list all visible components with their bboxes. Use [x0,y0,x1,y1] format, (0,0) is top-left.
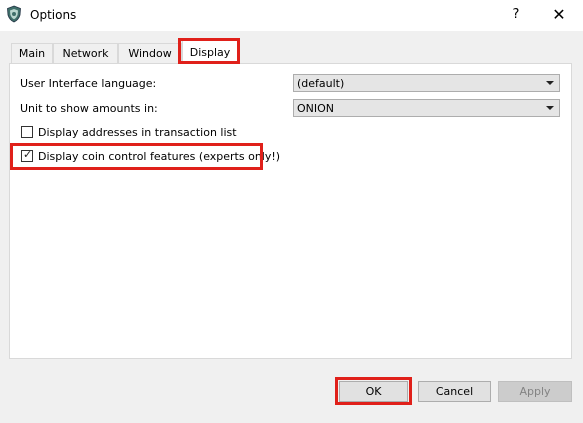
window-title: Options [30,8,77,22]
language-select[interactable]: (default) [293,74,560,92]
unit-label: Unit to show amounts in: [20,102,158,115]
display-addresses-checkbox[interactable] [21,126,33,138]
chevron-down-icon [546,81,554,85]
cancel-button[interactable]: Cancel [418,381,491,402]
language-value: (default) [297,77,345,90]
language-label: User Interface language: [20,77,157,90]
help-button[interactable]: ? [500,3,532,27]
tab-window[interactable]: Window [118,43,182,63]
ok-button-highlight [335,377,412,405]
display-settings-panel: User Interface language: (default) Unit … [9,63,572,359]
display-tab-highlight [178,38,240,64]
chevron-down-icon [546,106,554,110]
unit-value: ONION [297,102,335,115]
close-button[interactable]: ✕ [541,3,577,27]
unit-select[interactable]: ONION [293,99,560,117]
shield-app-icon [7,5,21,23]
tab-network[interactable]: Network [53,43,118,63]
coin-control-highlight [10,143,263,170]
title-bar: Options ? ✕ [0,0,583,31]
display-addresses-label: Display addresses in transaction list [38,126,237,139]
apply-button[interactable]: Apply [498,381,572,402]
tab-main[interactable]: Main [11,43,53,63]
